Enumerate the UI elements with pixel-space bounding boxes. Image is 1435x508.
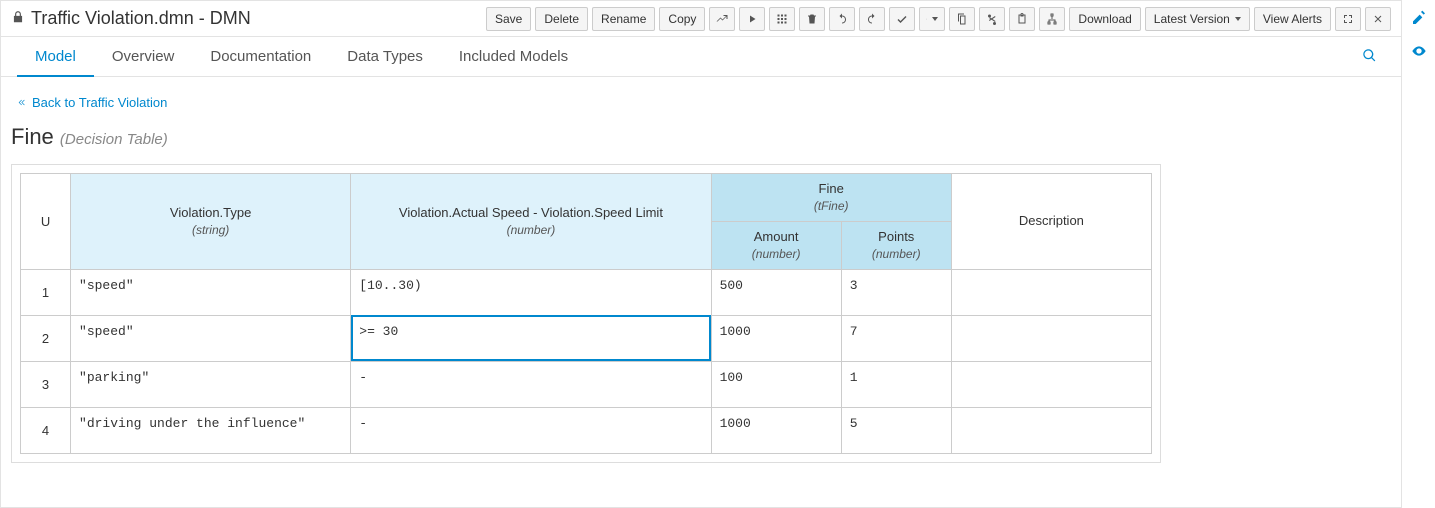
hit-policy-cell[interactable]: U: [21, 174, 71, 270]
tab-documentation[interactable]: Documentation: [192, 38, 329, 75]
table-row: 4"driving under the influence"-10005: [21, 407, 1152, 453]
page-title: Fine (Decision Table): [11, 122, 1401, 164]
eye-icon[interactable]: [1411, 43, 1427, 62]
file-title-group: Traffic Violation.dmn - DMN: [11, 8, 251, 29]
main-area: Traffic Violation.dmn - DMN Save Delete …: [0, 0, 1401, 508]
row-number[interactable]: 4: [21, 407, 71, 453]
input-cell[interactable]: -: [351, 361, 711, 407]
output-cell[interactable]: 1: [841, 361, 951, 407]
tab-data-types[interactable]: Data Types: [329, 38, 441, 75]
run-button[interactable]: [739, 7, 765, 31]
output-header-1[interactable]: Points (number): [841, 221, 951, 269]
row-number[interactable]: 2: [21, 315, 71, 361]
search-icon[interactable]: [1354, 40, 1385, 74]
breadcrumb-label: Back to Traffic Violation: [32, 95, 167, 110]
annotation-cell[interactable]: [951, 315, 1151, 361]
input-cell[interactable]: "speed": [71, 315, 351, 361]
input-cell[interactable]: [10..30): [351, 269, 711, 315]
validate-button[interactable]: [709, 7, 735, 31]
input-cell[interactable]: -: [351, 407, 711, 453]
cut-button[interactable]: [979, 7, 1005, 31]
input-cell[interactable]: >= 30: [351, 315, 711, 361]
row-number[interactable]: 3: [21, 361, 71, 407]
table-row: 2"speed">= 3010007: [21, 315, 1152, 361]
toolbar: Save Delete Rename Copy Download Latest …: [486, 7, 1391, 31]
output-cell[interactable]: 3: [841, 269, 951, 315]
input-cell[interactable]: "parking": [71, 361, 351, 407]
copy-button[interactable]: Copy: [659, 7, 705, 31]
file-title: Traffic Violation.dmn - DMN: [31, 8, 251, 29]
input-cell[interactable]: "speed": [71, 269, 351, 315]
row-number[interactable]: 1: [21, 269, 71, 315]
annotation-header[interactable]: Description: [951, 174, 1151, 270]
paste-button[interactable]: [1009, 7, 1035, 31]
download-dropdown-button[interactable]: [919, 7, 945, 31]
input-header-0[interactable]: Violation.Type (string): [71, 174, 351, 270]
output-cell[interactable]: 7: [841, 315, 951, 361]
sitemap-button[interactable]: [1039, 7, 1065, 31]
tab-included-models[interactable]: Included Models: [441, 38, 586, 75]
annotation-cell[interactable]: [951, 361, 1151, 407]
annotation-cell[interactable]: [951, 269, 1151, 315]
delete-button[interactable]: Delete: [535, 7, 588, 31]
grid-button[interactable]: [769, 7, 795, 31]
content-scroll[interactable]: Back to Traffic Violation Fine (Decision…: [1, 77, 1401, 507]
close-button[interactable]: [1365, 7, 1391, 31]
output-cell[interactable]: 1000: [711, 407, 841, 453]
output-cell[interactable]: 500: [711, 269, 841, 315]
view-alerts-button[interactable]: View Alerts: [1254, 7, 1331, 31]
save-button[interactable]: Save: [486, 7, 531, 31]
check-button[interactable]: [889, 7, 915, 31]
annotation-cell[interactable]: [951, 407, 1151, 453]
expand-button[interactable]: [1335, 7, 1361, 31]
output-header-0[interactable]: Amount (number): [711, 221, 841, 269]
lock-icon: [11, 8, 25, 29]
tab-overview[interactable]: Overview: [94, 38, 193, 75]
table-row: 1"speed"[10..30)5003: [21, 269, 1152, 315]
header-bar: Traffic Violation.dmn - DMN Save Delete …: [1, 1, 1401, 37]
copy-clip-button[interactable]: [949, 7, 975, 31]
output-cell[interactable]: 1000: [711, 315, 841, 361]
download-button[interactable]: Download: [1069, 7, 1140, 31]
breadcrumb-back[interactable]: Back to Traffic Violation: [11, 87, 1401, 122]
tabs-bar: Model Overview Documentation Data Types …: [1, 37, 1401, 77]
decision-table: U Violation.Type (string) Violation.Actu…: [11, 164, 1161, 463]
table-row: 3"parking"-1001: [21, 361, 1152, 407]
output-group-header[interactable]: Fine (tFine): [711, 174, 951, 222]
undo-button[interactable]: [829, 7, 855, 31]
right-rail: [1401, 0, 1435, 508]
trash-button[interactable]: [799, 7, 825, 31]
edit-icon[interactable]: [1411, 10, 1427, 29]
input-cell[interactable]: "driving under the influence": [71, 407, 351, 453]
output-cell[interactable]: 5: [841, 407, 951, 453]
latest-version-button[interactable]: Latest Version: [1145, 7, 1250, 31]
redo-button[interactable]: [859, 7, 885, 31]
tab-model[interactable]: Model: [17, 38, 94, 77]
output-cell[interactable]: 100: [711, 361, 841, 407]
input-header-1[interactable]: Violation.Actual Speed - Violation.Speed…: [351, 174, 711, 270]
rename-button[interactable]: Rename: [592, 7, 655, 31]
